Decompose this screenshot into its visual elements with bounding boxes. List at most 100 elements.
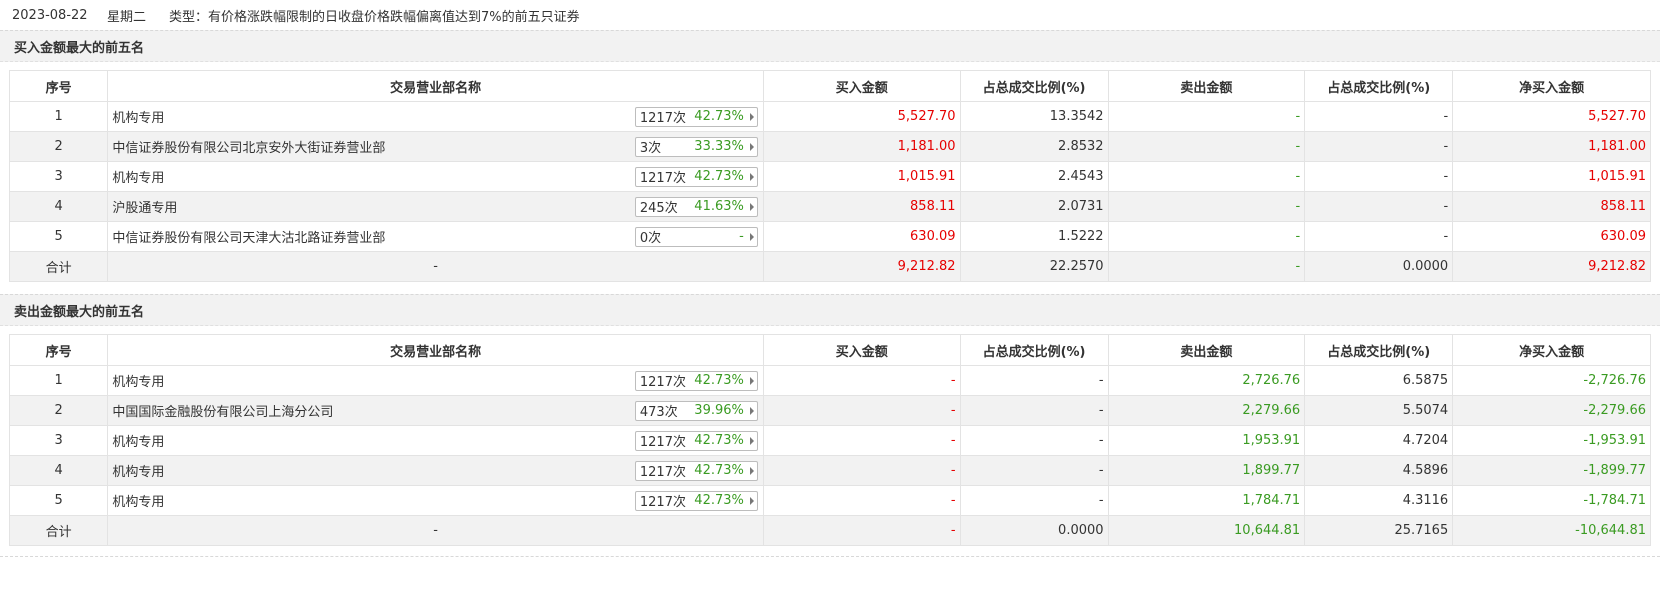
branch-appearance-count: 3次 — [639, 141, 662, 156]
total-sell-ratio: 0.0000 — [1304, 251, 1454, 282]
buy-ratio: - — [959, 395, 1109, 426]
sell-ratio: 4.3116 — [1304, 485, 1454, 516]
branch-name[interactable]: 机构专用 — [112, 431, 164, 450]
branch-appearance-count: 1217次 — [639, 171, 686, 186]
branch-stats-badge[interactable]: 473次 39.96% — [634, 400, 758, 421]
branch-name[interactable]: 机构专用 — [112, 167, 164, 186]
buy-amount: 1,181.00 — [762, 131, 961, 162]
branch-win-rate: 39.96% — [694, 403, 744, 418]
buy-table: 序号 交易营业部名称 买入金额 占总成交比例(%) 卖出金额 占总成交比例(%)… — [8, 70, 1651, 282]
caret-right-icon — [749, 202, 754, 211]
sell-ratio: 4.5896 — [1304, 455, 1454, 486]
sell-amount: 2,726.76 — [1107, 365, 1306, 396]
trade-date: 2023-08-22 — [12, 7, 88, 23]
col-header-branch: 交易营业部名称 — [107, 70, 764, 102]
caret-right-icon — [749, 112, 754, 121]
branch-name[interactable]: 沪股通专用 — [112, 197, 177, 216]
branch-appearance-count: 0次 — [639, 231, 662, 246]
branch-appearance-count: 245次 — [639, 201, 678, 216]
caret-right-icon — [749, 406, 754, 415]
branch-win-rate: 42.73% — [694, 433, 744, 448]
col-header-index: 序号 — [8, 334, 109, 366]
buy-ratio: - — [959, 425, 1109, 456]
table-row: 5 机构专用 1217次 42.73% - -1,784.71 4.3116 -1,784.7… — [8, 485, 1651, 516]
table-header-row: 序号 交易营业部名称 买入金额 占总成交比例(%) 卖出金额 占总成交比例(%)… — [8, 70, 1651, 102]
net-buy-amount: -1,784.71 — [1452, 485, 1651, 516]
top-info-bar: 2023-08-22 星期二 类型：有价格涨跌幅限制的日收盘价格跌幅偏离值达到7… — [0, 0, 1660, 30]
total-sell-amount: - — [1107, 251, 1306, 282]
table-row: 4 机构专用 1217次 42.73% - -1,899.77 4.5896 -1,899.7… — [8, 455, 1651, 486]
col-header-buy-ratio: 占总成交比例(%) — [959, 70, 1109, 102]
branch-stats-badge[interactable]: 1217次 42.73% — [634, 460, 758, 481]
branch-win-rate: - — [739, 229, 744, 244]
branch-name[interactable]: 中信证券股份有限公司天津大沽北路证券营业部 — [112, 227, 385, 246]
sell-ratio: 4.7204 — [1304, 425, 1454, 456]
sell-amount: 1,784.71 — [1107, 485, 1306, 516]
net-buy-amount: -1,899.77 — [1452, 455, 1651, 486]
branch-win-rate: 42.73% — [694, 373, 744, 388]
col-header-buy-amount: 买入金额 — [762, 334, 961, 366]
net-buy-amount: 1,181.00 — [1452, 131, 1651, 162]
sell-ratio: - — [1304, 131, 1454, 162]
branch-stats-badge[interactable]: 1217次 42.73% — [634, 166, 758, 187]
buy-amount: - — [762, 395, 961, 426]
branch-stats-badge[interactable]: 245次 41.63% — [634, 196, 758, 217]
table-row: 3 机构专用 1217次 42.73% - -1,953.91 4.7204 -1,953.9… — [8, 425, 1651, 456]
sell-amount: - — [1107, 161, 1306, 192]
branch-cell: 中信证券股份有限公司天津大沽北路证券营业部 0次 - — [107, 221, 764, 252]
caret-right-icon — [749, 172, 754, 181]
sell-table: 序号 交易营业部名称 买入金额 占总成交比例(%) 卖出金额 占总成交比例(%)… — [8, 334, 1651, 546]
buy-ratio: 2.0731 — [959, 191, 1109, 222]
buy-ratio: 2.8532 — [959, 131, 1109, 162]
branch-name[interactable]: 中信证券股份有限公司北京安外大街证券营业部 — [112, 137, 385, 156]
total-label: 合计 — [8, 251, 109, 282]
branch-appearance-count: 1217次 — [639, 465, 686, 480]
branch-stats-badge[interactable]: 1217次 42.73% — [634, 490, 758, 511]
row-index: 1 — [8, 365, 109, 396]
branch-stats-badge[interactable]: 1217次 42.73% — [634, 370, 758, 391]
total-label: 合计 — [8, 515, 109, 546]
branch-stats-badge[interactable]: 1217次 42.73% — [634, 106, 758, 127]
col-header-sell-amount: 卖出金额 — [1107, 334, 1306, 366]
table-row: 2 中信证券股份有限公司北京安外大街证券营业部 3次 33.33% 1,181.00 2.… — [8, 131, 1651, 162]
net-buy-amount: 630.09 — [1452, 221, 1651, 252]
net-buy-amount: 1,015.91 — [1452, 161, 1651, 192]
branch-name[interactable]: 机构专用 — [112, 371, 164, 390]
total-net-buy: -10,644.81 — [1452, 515, 1651, 546]
total-buy-ratio: 0.0000 — [959, 515, 1109, 546]
total-sell-ratio: 25.7165 — [1304, 515, 1454, 546]
buy-amount: 5,527.70 — [762, 101, 961, 132]
buy-section-title: 买入金额最大的前五名 — [0, 30, 1660, 62]
branch-win-rate: 42.73% — [694, 109, 744, 124]
buy-amount: 858.11 — [762, 191, 961, 222]
table-row: 4 沪股通专用 245次 41.63% 858.11 2.0731- -858.11 — [8, 191, 1651, 222]
branch-stats-badge[interactable]: 3次 33.33% — [634, 136, 758, 157]
trade-weekday: 星期二 — [107, 9, 147, 25]
branch-cell-content: 沪股通专用 245次 41.63% — [112, 196, 759, 217]
row-index: 4 — [8, 455, 109, 486]
buy-ratio: - — [959, 485, 1109, 516]
branch-appearance-count: 1217次 — [639, 495, 686, 510]
branch-cell: 机构专用 1217次 42.73% — [107, 161, 764, 192]
branch-cell: 机构专用 1217次 42.73% — [107, 365, 764, 396]
total-buy-amount: - — [762, 515, 961, 546]
sell-amount: - — [1107, 101, 1306, 132]
branch-name[interactable]: 机构专用 — [112, 491, 164, 510]
caret-right-icon — [749, 232, 754, 241]
branch-stats-badge[interactable]: 1217次 42.73% — [634, 430, 758, 451]
branch-name[interactable]: 中国国际金融股份有限公司上海分公司 — [112, 401, 333, 420]
branch-name[interactable]: 机构专用 — [112, 461, 164, 480]
branch-stats-badge[interactable]: 0次 - — [634, 226, 758, 247]
row-index: 3 — [8, 425, 109, 456]
sell-amount: 1,899.77 — [1107, 455, 1306, 486]
total-branch: - — [107, 515, 764, 546]
branch-cell-content: 中信证券股份有限公司北京安外大街证券营业部 3次 33.33% — [112, 136, 759, 157]
buy-ratio: 13.3542 — [959, 101, 1109, 132]
buy-amount: - — [762, 425, 961, 456]
branch-cell-content: 机构专用 1217次 42.73% — [112, 370, 759, 391]
col-header-buy-amount: 买入金额 — [762, 70, 961, 102]
sell-ratio: - — [1304, 161, 1454, 192]
sell-ratio: 6.5875 — [1304, 365, 1454, 396]
table-row: 3 机构专用 1217次 42.73% 1,015.91 2.4543- -1,015.91 — [8, 161, 1651, 192]
branch-name[interactable]: 机构专用 — [112, 107, 164, 126]
